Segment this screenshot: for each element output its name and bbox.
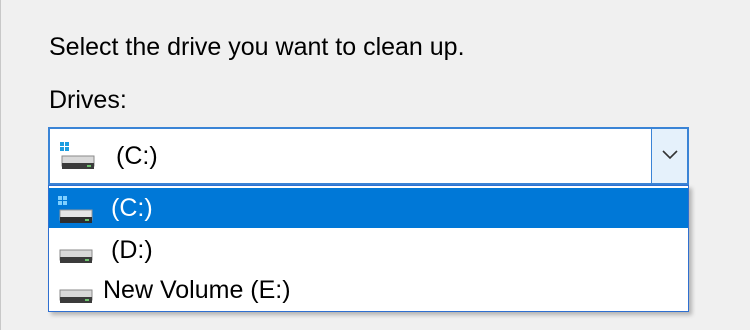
drive-option-label: (C:) [111, 194, 153, 222]
drive-option-c[interactable]: (C:) [49, 188, 688, 228]
windows-system-drive-icon [54, 195, 102, 232]
drive-icon [54, 237, 102, 274]
drive-option-label: (D:) [111, 236, 153, 264]
combobox-selected-value: (C:) [116, 142, 158, 170]
drive-option-label: New Volume (E:) [103, 276, 291, 304]
drive-option-d[interactable]: (D:) [49, 230, 688, 270]
drives-combobox[interactable]: (C:) [48, 127, 689, 185]
disk-cleanup-dialog: Select the drive you want to clean up. D… [0, 0, 750, 330]
drive-icon [54, 277, 102, 314]
drives-dropdown-list: (C:) (D:) New Volume (E:) [48, 185, 689, 312]
instruction-text: Select the drive you want to clean up. [49, 33, 465, 61]
drive-option-e[interactable]: New Volume (E:) [49, 270, 688, 310]
windows-system-drive-icon [56, 141, 104, 178]
drives-label: Drives: [49, 86, 127, 114]
dropdown-button[interactable] [651, 129, 687, 183]
chevron-down-icon [661, 147, 678, 165]
